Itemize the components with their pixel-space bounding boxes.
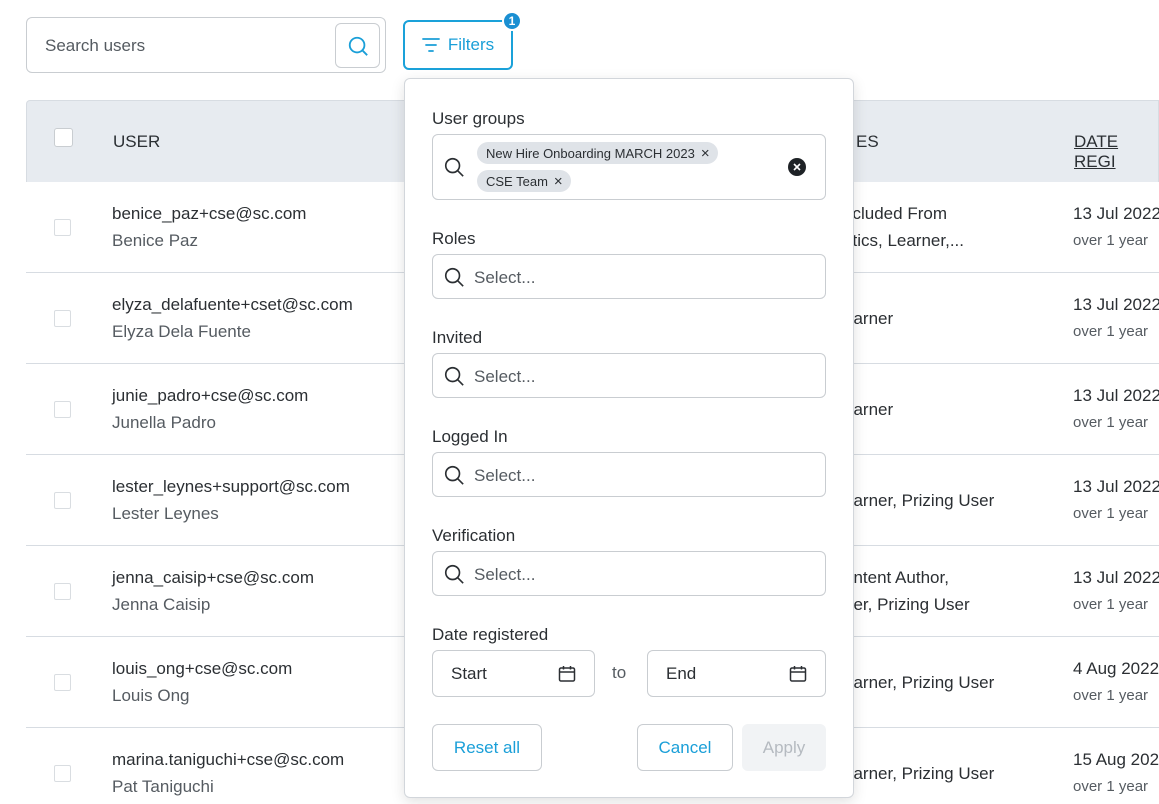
user-group-chip: CSE Team × — [477, 170, 571, 192]
row-checkbox[interactable] — [54, 401, 71, 418]
search-icon — [444, 564, 464, 584]
user-name: Jenna Caisip — [112, 595, 211, 614]
roles-placeholder: Select... — [474, 268, 536, 287]
relative-date: over 1 year — [1073, 778, 1149, 795]
search-button[interactable] — [335, 23, 380, 68]
user-email: jenna_caisip+cse@sc.com — [112, 568, 314, 587]
chip-remove-icon[interactable]: × — [701, 146, 710, 161]
roles-line: earner, Prizing User — [844, 764, 995, 783]
chip-label: CSE Team — [486, 173, 548, 189]
user-roles: xcluded From ytics, Learner,... — [844, 200, 964, 254]
end-date-field[interactable]: End — [647, 650, 826, 697]
row-checkbox[interactable] — [54, 674, 71, 691]
date-registered: 15 Aug 2022 — [1073, 750, 1159, 769]
filters-label: Filters — [447, 35, 495, 54]
roles-line: earner, Prizing User — [844, 673, 995, 692]
date-registered: 13 Jul 2022 — [1073, 295, 1159, 314]
select-all-checkbox[interactable] — [54, 128, 73, 147]
user-name: Benice Paz — [112, 231, 198, 250]
cancel-button[interactable]: Cancel — [637, 724, 733, 771]
user-groups-label: User groups — [432, 109, 525, 128]
row-checkbox[interactable] — [54, 765, 71, 782]
relative-date: over 1 year — [1073, 505, 1149, 522]
relative-date: over 1 year — [1073, 232, 1149, 249]
search-icon — [444, 465, 464, 485]
user-name: Louis Ong — [112, 686, 190, 705]
invited-select[interactable]: Select... — [432, 353, 826, 398]
filter-icon — [421, 38, 440, 52]
verification-select[interactable]: Select... — [432, 551, 826, 596]
user-roles: earner, Prizing User — [844, 760, 994, 787]
roles-line: ontent Author, — [844, 568, 949, 587]
invited-placeholder: Select... — [474, 367, 536, 386]
filters-count-badge: 1 — [502, 11, 522, 31]
relative-date: over 1 year — [1073, 687, 1149, 704]
start-date-placeholder: Start — [451, 664, 487, 683]
reset-all-button[interactable]: Reset all — [432, 724, 542, 771]
row-checkbox[interactable] — [54, 310, 71, 327]
column-header-date-registered[interactable]: DATE REGI — [1074, 132, 1158, 172]
relative-date: over 1 year — [1073, 323, 1149, 340]
user-roles: earner, Prizing User — [844, 669, 994, 696]
user-roles: earner, Prizing User — [844, 487, 994, 514]
chip-remove-icon[interactable]: × — [554, 174, 563, 189]
user-name: Junella Padro — [112, 413, 216, 432]
user-groups-select[interactable]: New Hire Onboarding MARCH 2023 × CSE Tea… — [432, 134, 826, 200]
user-name: Pat Taniguchi — [112, 777, 214, 796]
date-registered: 4 Aug 2022 — [1073, 659, 1159, 678]
roles-label: Roles — [432, 229, 476, 248]
user-group-chip: New Hire Onboarding MARCH 2023 × — [477, 142, 718, 164]
relative-date: over 1 year — [1073, 414, 1149, 431]
search-input[interactable]: Search users — [45, 36, 145, 56]
chip-label: New Hire Onboarding MARCH 2023 — [486, 145, 695, 161]
search-icon — [444, 157, 464, 177]
column-header-roles[interactable]: ES — [856, 132, 879, 152]
invited-label: Invited — [432, 328, 483, 347]
roles-select[interactable]: Select... — [432, 254, 826, 299]
user-email: junie_padro+cse@sc.com — [112, 386, 309, 405]
end-date-placeholder: End — [666, 664, 697, 683]
calendar-icon[interactable] — [789, 665, 807, 683]
filters-panel: User groups New Hire Onboarding MARCH 20… — [404, 78, 854, 798]
roles-line: earner, Prizing User — [844, 491, 995, 510]
search-icon — [348, 36, 368, 56]
start-date-field[interactable]: Start — [432, 650, 595, 697]
date-registered: 13 Jul 2022 — [1073, 386, 1159, 405]
user-name: Elyza Dela Fuente — [112, 322, 251, 341]
user-email: elyza_delafuente+cset@sc.com — [112, 295, 353, 314]
row-checkbox[interactable] — [54, 219, 71, 236]
roles-line: ytics, Learner,... — [844, 231, 964, 250]
calendar-icon[interactable] — [558, 665, 576, 683]
user-name: Lester Leynes — [112, 504, 219, 523]
logged-in-select[interactable]: Select... — [432, 452, 826, 497]
column-header-user[interactable]: USER — [113, 132, 160, 152]
roles-line: ner, Prizing User — [844, 595, 970, 614]
date-registered: 13 Jul 2022 — [1073, 568, 1159, 587]
search-icon — [444, 267, 464, 287]
filters-button[interactable]: Filters — [403, 20, 513, 70]
apply-button[interactable]: Apply — [742, 724, 826, 771]
date-range-separator: to — [612, 663, 627, 682]
search-icon — [444, 366, 464, 386]
logged-in-placeholder: Select... — [474, 466, 536, 485]
row-checkbox[interactable] — [54, 583, 71, 600]
roles-line: xcluded From — [844, 204, 947, 223]
date-registered: 13 Jul 2022 — [1073, 204, 1159, 223]
user-email: marina.taniguchi+cse@sc.com — [112, 750, 345, 769]
logged-in-label: Logged In — [432, 427, 508, 446]
verification-placeholder: Select... — [474, 565, 536, 584]
row-checkbox[interactable] — [54, 492, 71, 509]
relative-date: over 1 year — [1073, 596, 1149, 613]
date-registered: 13 Jul 2022 — [1073, 477, 1159, 496]
verification-label: Verification — [432, 526, 516, 545]
user-email: lester_leynes+support@sc.com — [112, 477, 350, 496]
date-registered-label: Date registered — [432, 625, 549, 644]
user-email: louis_ong+cse@sc.com — [112, 659, 293, 678]
user-roles: ontent Author, ner, Prizing User — [844, 564, 970, 618]
clear-selection-icon[interactable] — [788, 158, 806, 176]
search-users-field[interactable]: Search users — [26, 17, 386, 73]
user-email: benice_paz+cse@sc.com — [112, 204, 307, 223]
